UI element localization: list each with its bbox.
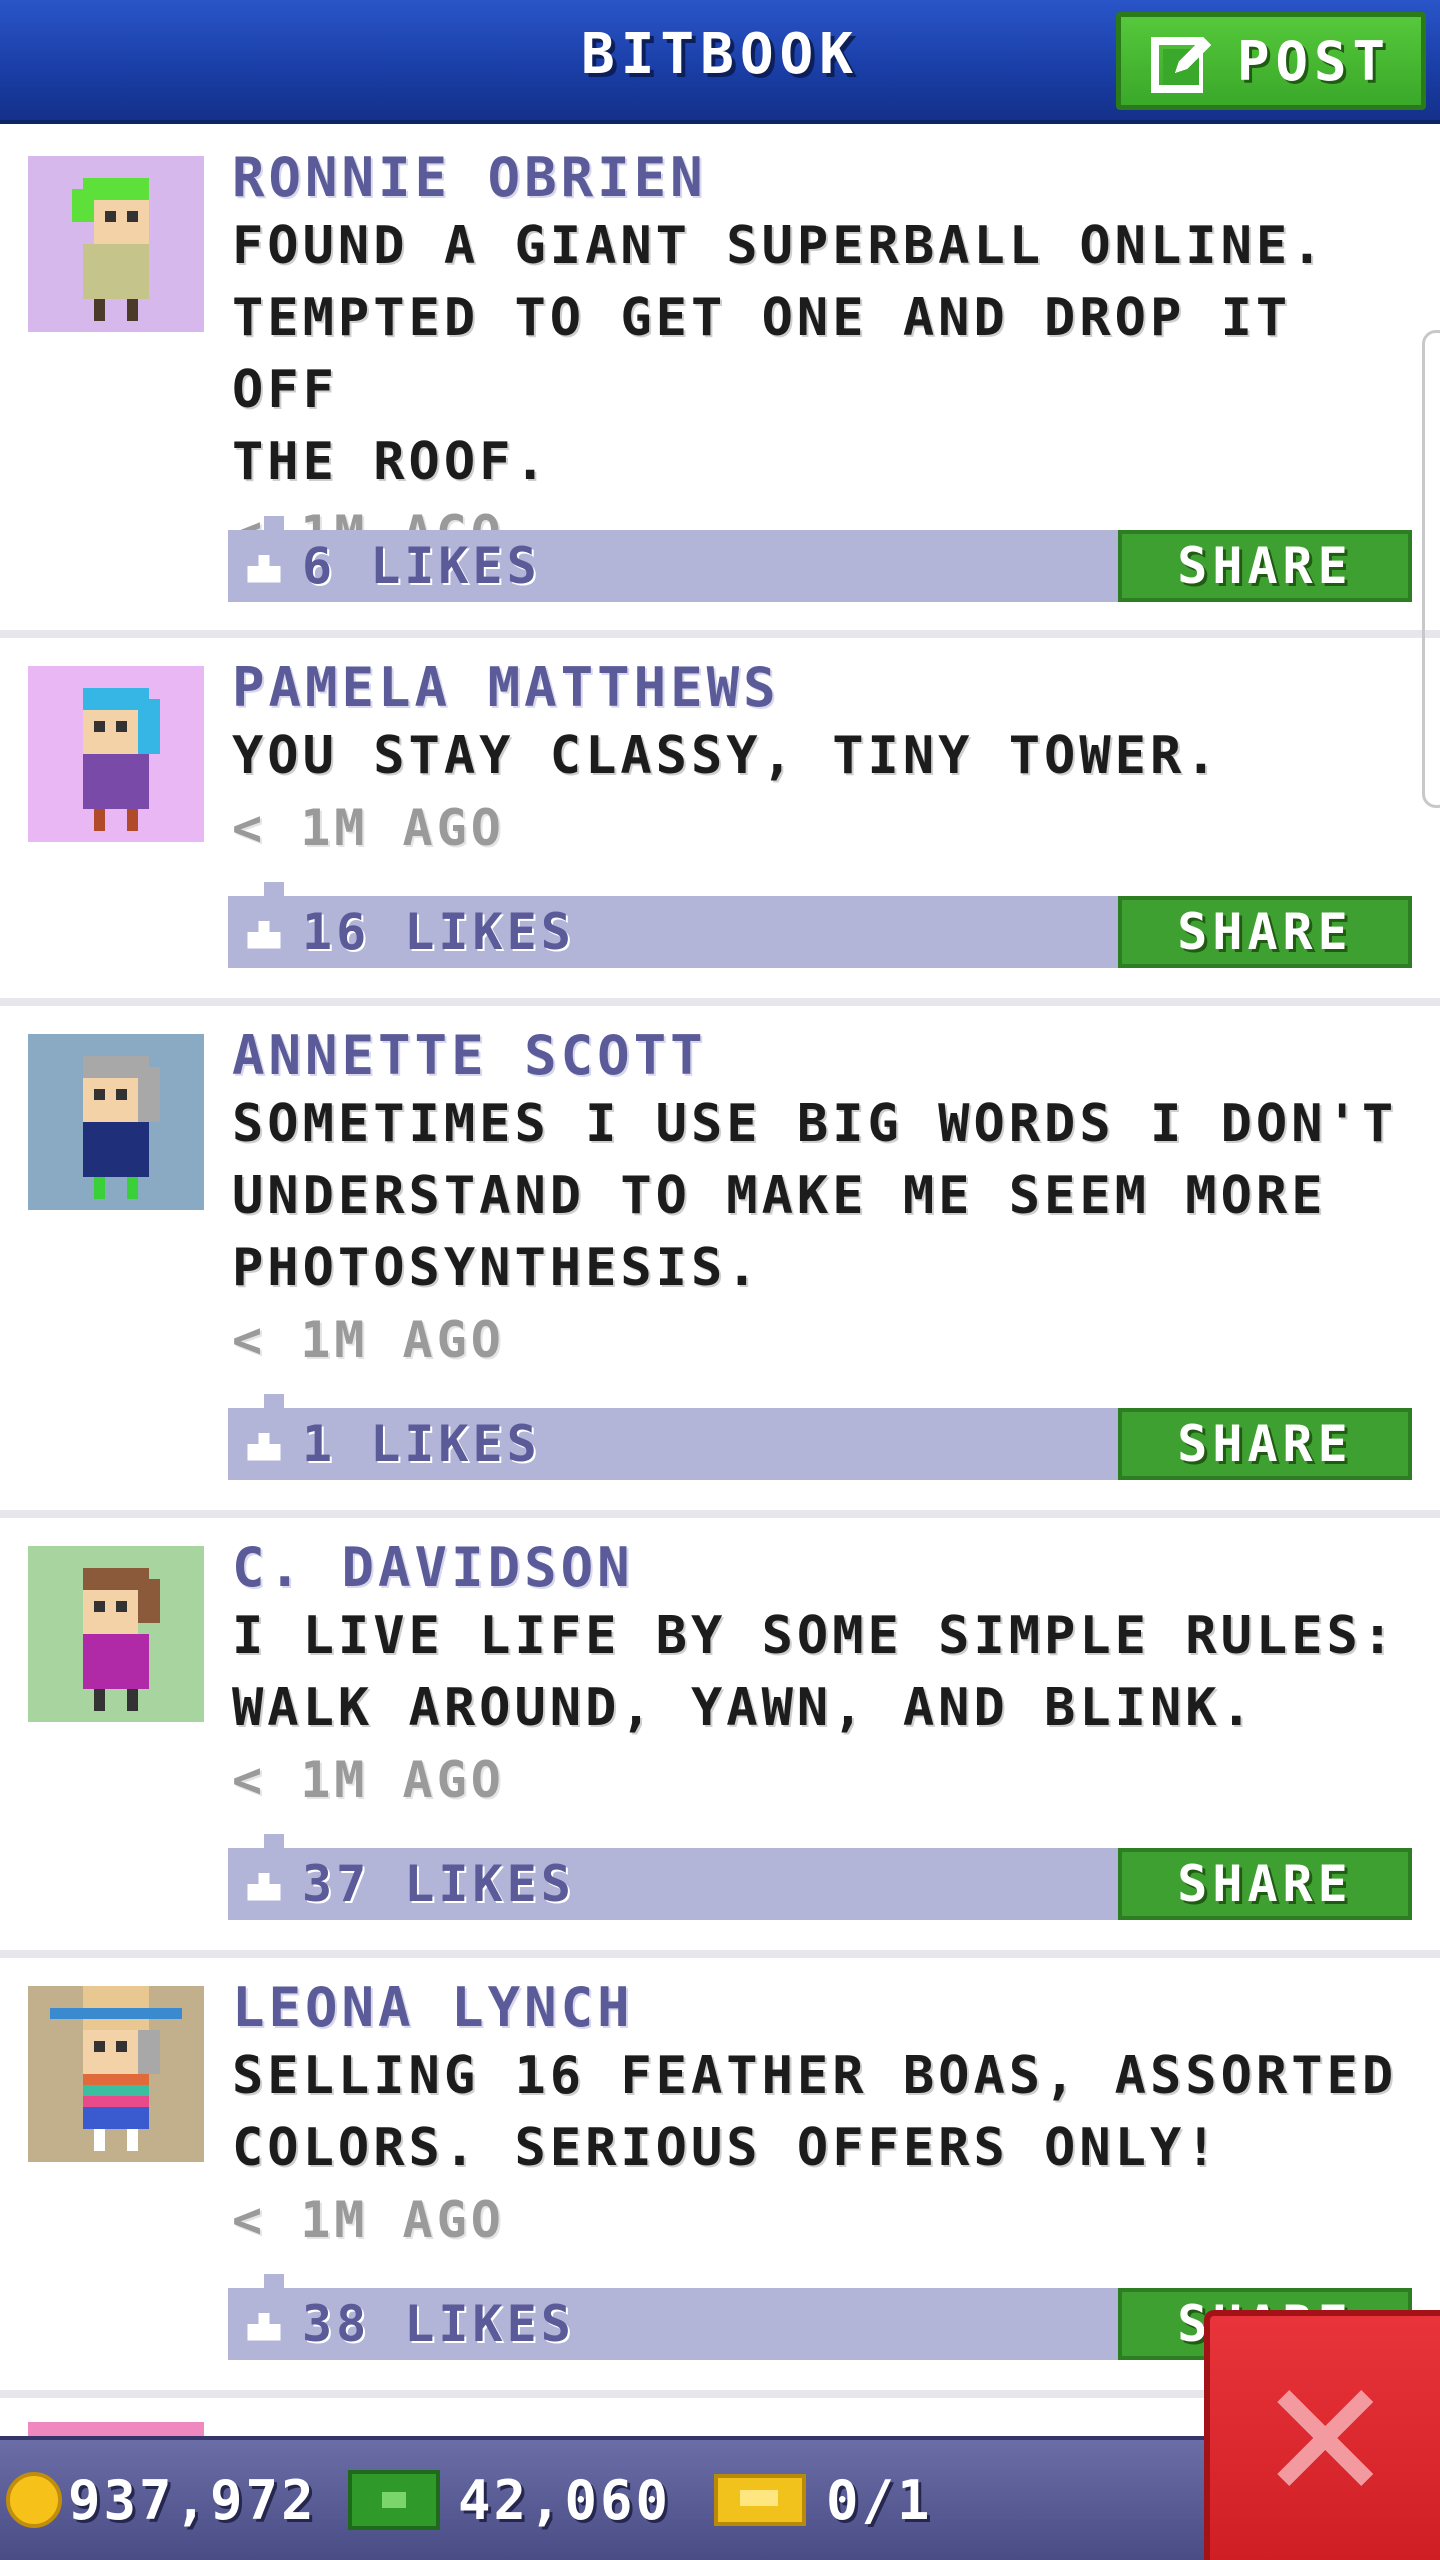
thumbs-up-icon xyxy=(247,1873,281,1901)
feed[interactable]: RONNIE OBRIEN FOUND A GIANT SUPERBALL ON… xyxy=(0,128,1440,2398)
like-button[interactable]: 38 LIKES xyxy=(242,2288,575,2360)
coins-value: 937,972 xyxy=(68,2468,317,2532)
divider xyxy=(0,1950,1440,1958)
post-text-line: COLORS. SERIOUS OFFERS ONLY! xyxy=(232,2118,1221,2178)
pixel-person-icon xyxy=(28,1546,204,1722)
divider xyxy=(0,998,1440,1006)
post-author[interactable]: ANNETTE SCOTT xyxy=(232,1024,1410,1088)
bux-stat: 0/1 xyxy=(714,2469,933,2532)
scroll-handle[interactable] xyxy=(1422,330,1440,808)
post-text-line: TEMPTED TO GET ONE AND DROP IT OFF xyxy=(232,288,1292,420)
pixel-person-icon xyxy=(28,666,204,842)
post-button-label: POST xyxy=(1236,29,1392,93)
close-button[interactable] xyxy=(1204,2310,1440,2560)
post-button[interactable]: POST xyxy=(1116,12,1426,110)
post-text-line: YOU STAY CLASSY, TINY TOWER. xyxy=(232,726,1221,786)
post-item: PAMELA MATTHEWS YOU STAY CLASSY, TINY TO… xyxy=(0,638,1440,1006)
pixel-person-icon xyxy=(28,1986,204,2162)
thumbs-up-icon xyxy=(247,1433,281,1461)
likes-bar: 37 LIKES SHARE xyxy=(228,1834,1412,1920)
avatar[interactable] xyxy=(28,156,204,332)
thumbs-up-icon xyxy=(247,2313,281,2341)
post-item: ANNETTE SCOTT SOMETIMES I USE BIG WORDS … xyxy=(0,1006,1440,1518)
post-text-line: WALK AROUND, YAWN, AND BLINK. xyxy=(232,1678,1256,1738)
post-text-line: FOUND A GIANT SUPERBALL ONLINE. xyxy=(232,216,1327,276)
post-text-line: SELLING 16 FEATHER BOAS, ASSORTED xyxy=(232,2046,1398,2106)
cash-icon xyxy=(348,2470,440,2530)
share-button[interactable]: SHARE xyxy=(1118,530,1412,602)
avatar[interactable] xyxy=(28,1034,204,1210)
likes-count: 38 LIKES xyxy=(302,2295,575,2353)
avatar[interactable] xyxy=(28,1986,204,2162)
coins-stat: 937,972 xyxy=(6,2469,317,2532)
like-button[interactable]: 1 LIKES xyxy=(242,1408,541,1480)
bux-value: 0/1 xyxy=(826,2468,933,2532)
likes-count: 1 LIKES xyxy=(302,1415,541,1473)
post-text-line: PHOTOSYNTHESIS. xyxy=(232,1238,762,1298)
post-text-line: SOMETIMES I USE BIG WORDS I DON'T xyxy=(232,1094,1398,1154)
pixel-person-icon xyxy=(28,1034,204,1210)
like-button[interactable]: 37 LIKES xyxy=(242,1848,575,1920)
pixel-person-icon xyxy=(28,156,204,332)
post-text-line: I LIVE LIFE BY SOME SIMPLE RULES: xyxy=(232,1606,1398,1666)
likes-bar: 16 LIKES SHARE xyxy=(228,882,1412,968)
cash-stat: 42,060 xyxy=(348,2469,671,2532)
compose-icon xyxy=(1150,37,1211,93)
thumbs-up-icon xyxy=(247,921,281,949)
like-button[interactable]: 16 LIKES xyxy=(242,896,575,968)
share-button[interactable]: SHARE xyxy=(1118,896,1412,968)
post-timestamp: < 1M AGO xyxy=(232,1311,505,1369)
post-author[interactable]: RONNIE OBRIEN xyxy=(232,146,1410,210)
divider xyxy=(0,630,1440,638)
bux-ticket-icon xyxy=(714,2474,806,2526)
post-item: C. DAVIDSON I LIVE LIFE BY SOME SIMPLE R… xyxy=(0,1518,1440,1958)
post-text-line: THE ROOF. xyxy=(232,432,550,492)
likes-bar: 1 LIKES SHARE xyxy=(228,1394,1412,1480)
post-item: RONNIE OBRIEN FOUND A GIANT SUPERBALL ON… xyxy=(0,128,1440,638)
avatar xyxy=(28,2422,204,2436)
likes-count: 37 LIKES xyxy=(302,1855,575,1913)
post-author[interactable]: PAMELA MATTHEWS xyxy=(232,656,1410,720)
post-timestamp: < 1M AGO xyxy=(232,799,505,857)
post-timestamp: < 1M AGO xyxy=(232,1751,505,1809)
divider xyxy=(0,1510,1440,1518)
post-author[interactable]: C. DAVIDSON xyxy=(232,1536,1410,1600)
post-text-line: UNDERSTAND TO MAKE ME SEEM MORE xyxy=(232,1166,1327,1226)
share-button[interactable]: SHARE xyxy=(1118,1408,1412,1480)
cash-value: 42,060 xyxy=(458,2468,672,2532)
coin-icon xyxy=(6,2472,62,2528)
post-author[interactable]: LEONA LYNCH xyxy=(232,1976,1410,2040)
avatar[interactable] xyxy=(28,666,204,842)
likes-bar: 6 LIKES SHARE xyxy=(228,516,1412,602)
header-bar: BITBOOK POST xyxy=(0,0,1440,124)
like-button[interactable]: 6 LIKES xyxy=(242,530,541,602)
likes-count: 6 LIKES xyxy=(302,537,541,595)
share-button[interactable]: SHARE xyxy=(1118,1848,1412,1920)
post-timestamp: < 1M AGO xyxy=(232,2191,505,2249)
likes-count: 16 LIKES xyxy=(302,903,575,961)
close-icon xyxy=(1277,2390,1373,2486)
avatar[interactable] xyxy=(28,1546,204,1722)
thumbs-up-icon xyxy=(247,555,281,583)
